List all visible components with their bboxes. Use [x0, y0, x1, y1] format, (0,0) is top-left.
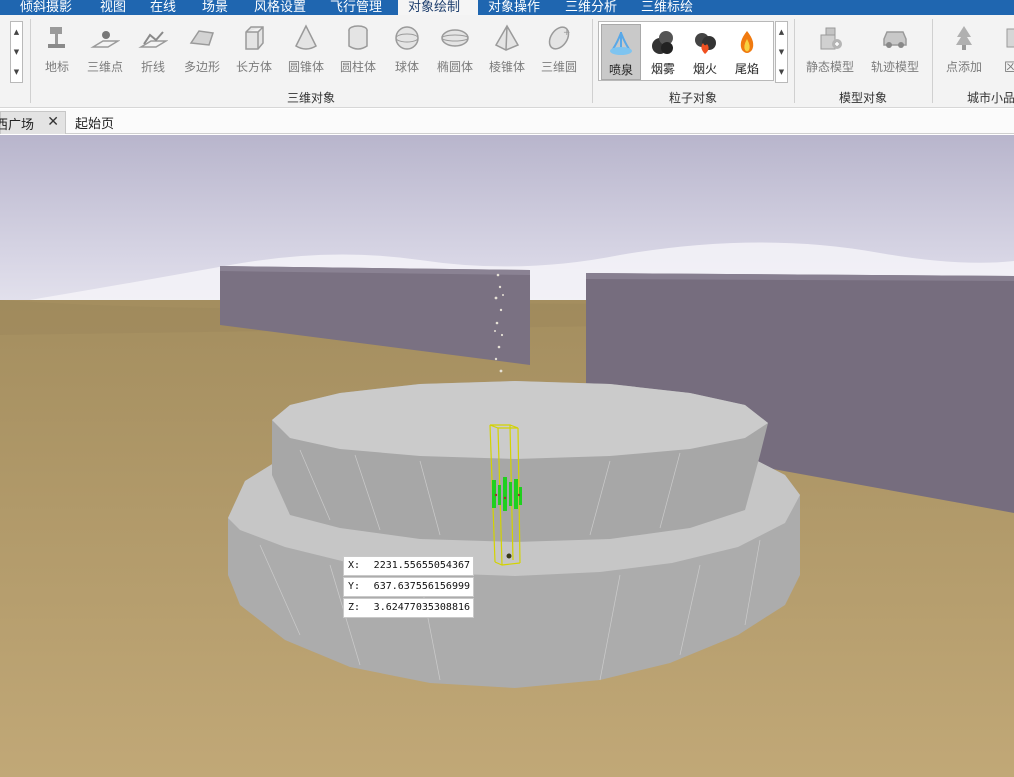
coord-x-row: X: 2231.55655054367 — [343, 556, 474, 576]
particle-gallery-scrollbar[interactable]: ▲ ▼ ▼ — [775, 21, 788, 83]
gallery-expand-icon[interactable]: ▼ — [14, 68, 19, 76]
sphere-button[interactable]: 球体 — [381, 21, 433, 81]
coord-x-value: 2231.55655054367 — [373, 560, 470, 571]
close-icon[interactable]: ✕ — [47, 114, 59, 130]
group-label-city-items: 城市小品 — [967, 91, 1014, 105]
particle-fountain-button[interactable]: 喷泉 — [601, 24, 641, 80]
3d-point-button[interactable]: 三维点 — [79, 21, 131, 81]
menu-tab-flight-management[interactable]: 飞行管理 — [330, 0, 388, 15]
cuboid-icon — [245, 26, 264, 50]
menu-bar: 倾斜摄影 视图 在线 场景 风格设置 飞行管理 对象绘制 对象操作 三维分析 三… — [0, 0, 1014, 15]
group-3d-objects: 地标 三维点 折线 多边形 长方体 圆锥体 圆柱体 球体 椭圆体 棱锥体 + 三… — [31, 15, 591, 107]
tab-label: 西广场 — [0, 117, 35, 133]
menu-tab-3d-plotting[interactable]: 三维标绘 — [641, 0, 699, 15]
tab-label: 起始页 — [75, 117, 115, 132]
polygon-button[interactable]: 多边形 — [176, 21, 228, 81]
scene-canvas[interactable] — [0, 135, 1014, 777]
scroll-down-icon[interactable]: ▼ — [779, 48, 784, 56]
ribbon: ▲ ▼ ▼ 地标 三维点 折线 多边形 长方体 圆锥体 圆柱体 球体 椭圆体 棱… — [0, 15, 1014, 108]
left-gallery-scrollbar[interactable]: ▲ ▼ ▼ — [10, 21, 23, 83]
cuboid-button[interactable]: 长方体 — [228, 21, 280, 81]
polyline-button[interactable]: 折线 — [127, 21, 179, 81]
menu-tab-style-settings[interactable]: 风格设置 — [254, 0, 312, 15]
pyramid-icon — [494, 24, 520, 51]
coord-y-row: Y: 637.637556156999 — [343, 577, 474, 597]
track-model-icon — [883, 31, 907, 48]
cone-button[interactable]: 圆锥体 — [280, 21, 332, 81]
anchor-point[interactable] — [506, 553, 512, 559]
3d-point-icon — [90, 31, 120, 48]
coord-z-row: Z: 3.62477035308816 — [343, 598, 474, 618]
menu-tab-object-drawing[interactable]: 对象绘制 — [398, 0, 478, 15]
3d-circle-icon: + — [548, 26, 571, 50]
group-model-objects: 静态模型 轨迹模型 模型对象 — [795, 15, 931, 107]
menu-tab-view[interactable]: 视图 — [100, 0, 130, 15]
static-model-button[interactable]: 静态模型 — [801, 21, 859, 81]
area-add-button[interactable]: 区域 — [989, 21, 1014, 81]
gallery-expand-icon[interactable]: ▼ — [779, 68, 784, 76]
scroll-up-icon[interactable]: ▲ — [14, 28, 19, 36]
menu-tab-scene[interactable]: 场景 — [202, 0, 232, 15]
track-model-button[interactable]: 轨迹模型 — [865, 21, 925, 81]
point-add-icon — [956, 26, 972, 50]
landmark-icon — [48, 27, 65, 48]
coord-y-value: 637.637556156999 — [373, 581, 470, 592]
menu-tab-object-operation[interactable]: 对象操作 — [488, 0, 548, 15]
particle-gallery: 喷泉 烟雾 烟火 尾焰 — [598, 21, 774, 81]
area-add-icon — [1006, 28, 1014, 48]
firework-icon — [695, 33, 716, 54]
ellipsoid-button[interactable]: 椭圆体 — [429, 21, 481, 81]
cylinder-icon — [348, 25, 368, 50]
group-label-model-objects: 模型对象 — [838, 91, 887, 105]
landmark-button[interactable]: 地标 — [31, 21, 83, 81]
cylinder-button[interactable]: 圆柱体 — [332, 21, 384, 81]
tab-start-page[interactable]: 起始页 — [75, 111, 114, 134]
3d-circle-button[interactable]: + 三维圆 — [533, 21, 585, 81]
svg-text:+: + — [563, 28, 571, 38]
smoke-icon — [652, 31, 673, 54]
group-city-items: 点添加 区域 城市小品 — [933, 15, 1014, 107]
fountain-icon — [610, 32, 632, 55]
particle-tail-flame-button[interactable]: 尾焰 — [727, 24, 767, 80]
3d-viewport[interactable]: X: 2231.55655054367 Y: 637.637556156999 … — [0, 135, 1014, 777]
menu-tab-3d-analysis[interactable]: 三维分析 — [565, 0, 623, 15]
group-label-3d-objects: 三维对象 — [286, 91, 335, 105]
group-label-particle-objects: 粒子对象 — [668, 91, 717, 105]
cone-icon — [295, 24, 317, 50]
scroll-down-icon[interactable]: ▼ — [14, 48, 19, 56]
pyramid-button[interactable]: 棱锥体 — [481, 21, 533, 81]
menu-tab-online[interactable]: 在线 — [150, 0, 180, 15]
particle-firework-button[interactable]: 烟火 — [685, 24, 725, 80]
ellipsoid-icon — [441, 29, 469, 47]
particle-smoke-button[interactable]: 烟雾 — [643, 24, 683, 80]
sphere-icon — [395, 26, 419, 50]
tail-flame-icon — [740, 31, 754, 53]
scroll-up-icon[interactable]: ▲ — [779, 28, 784, 36]
static-model-icon — [820, 27, 842, 50]
menu-tab-oblique-photography[interactable]: 倾斜摄影 — [20, 0, 78, 15]
tab-scene[interactable]: 西广场 ✕ — [0, 111, 66, 134]
coord-z-value: 3.62477035308816 — [373, 602, 470, 613]
polyline-icon — [138, 31, 168, 48]
polygon-icon — [189, 30, 214, 46]
document-tab-bar: 西广场 ✕ 起始页 — [0, 109, 1014, 134]
point-add-button[interactable]: 点添加 — [937, 21, 991, 81]
